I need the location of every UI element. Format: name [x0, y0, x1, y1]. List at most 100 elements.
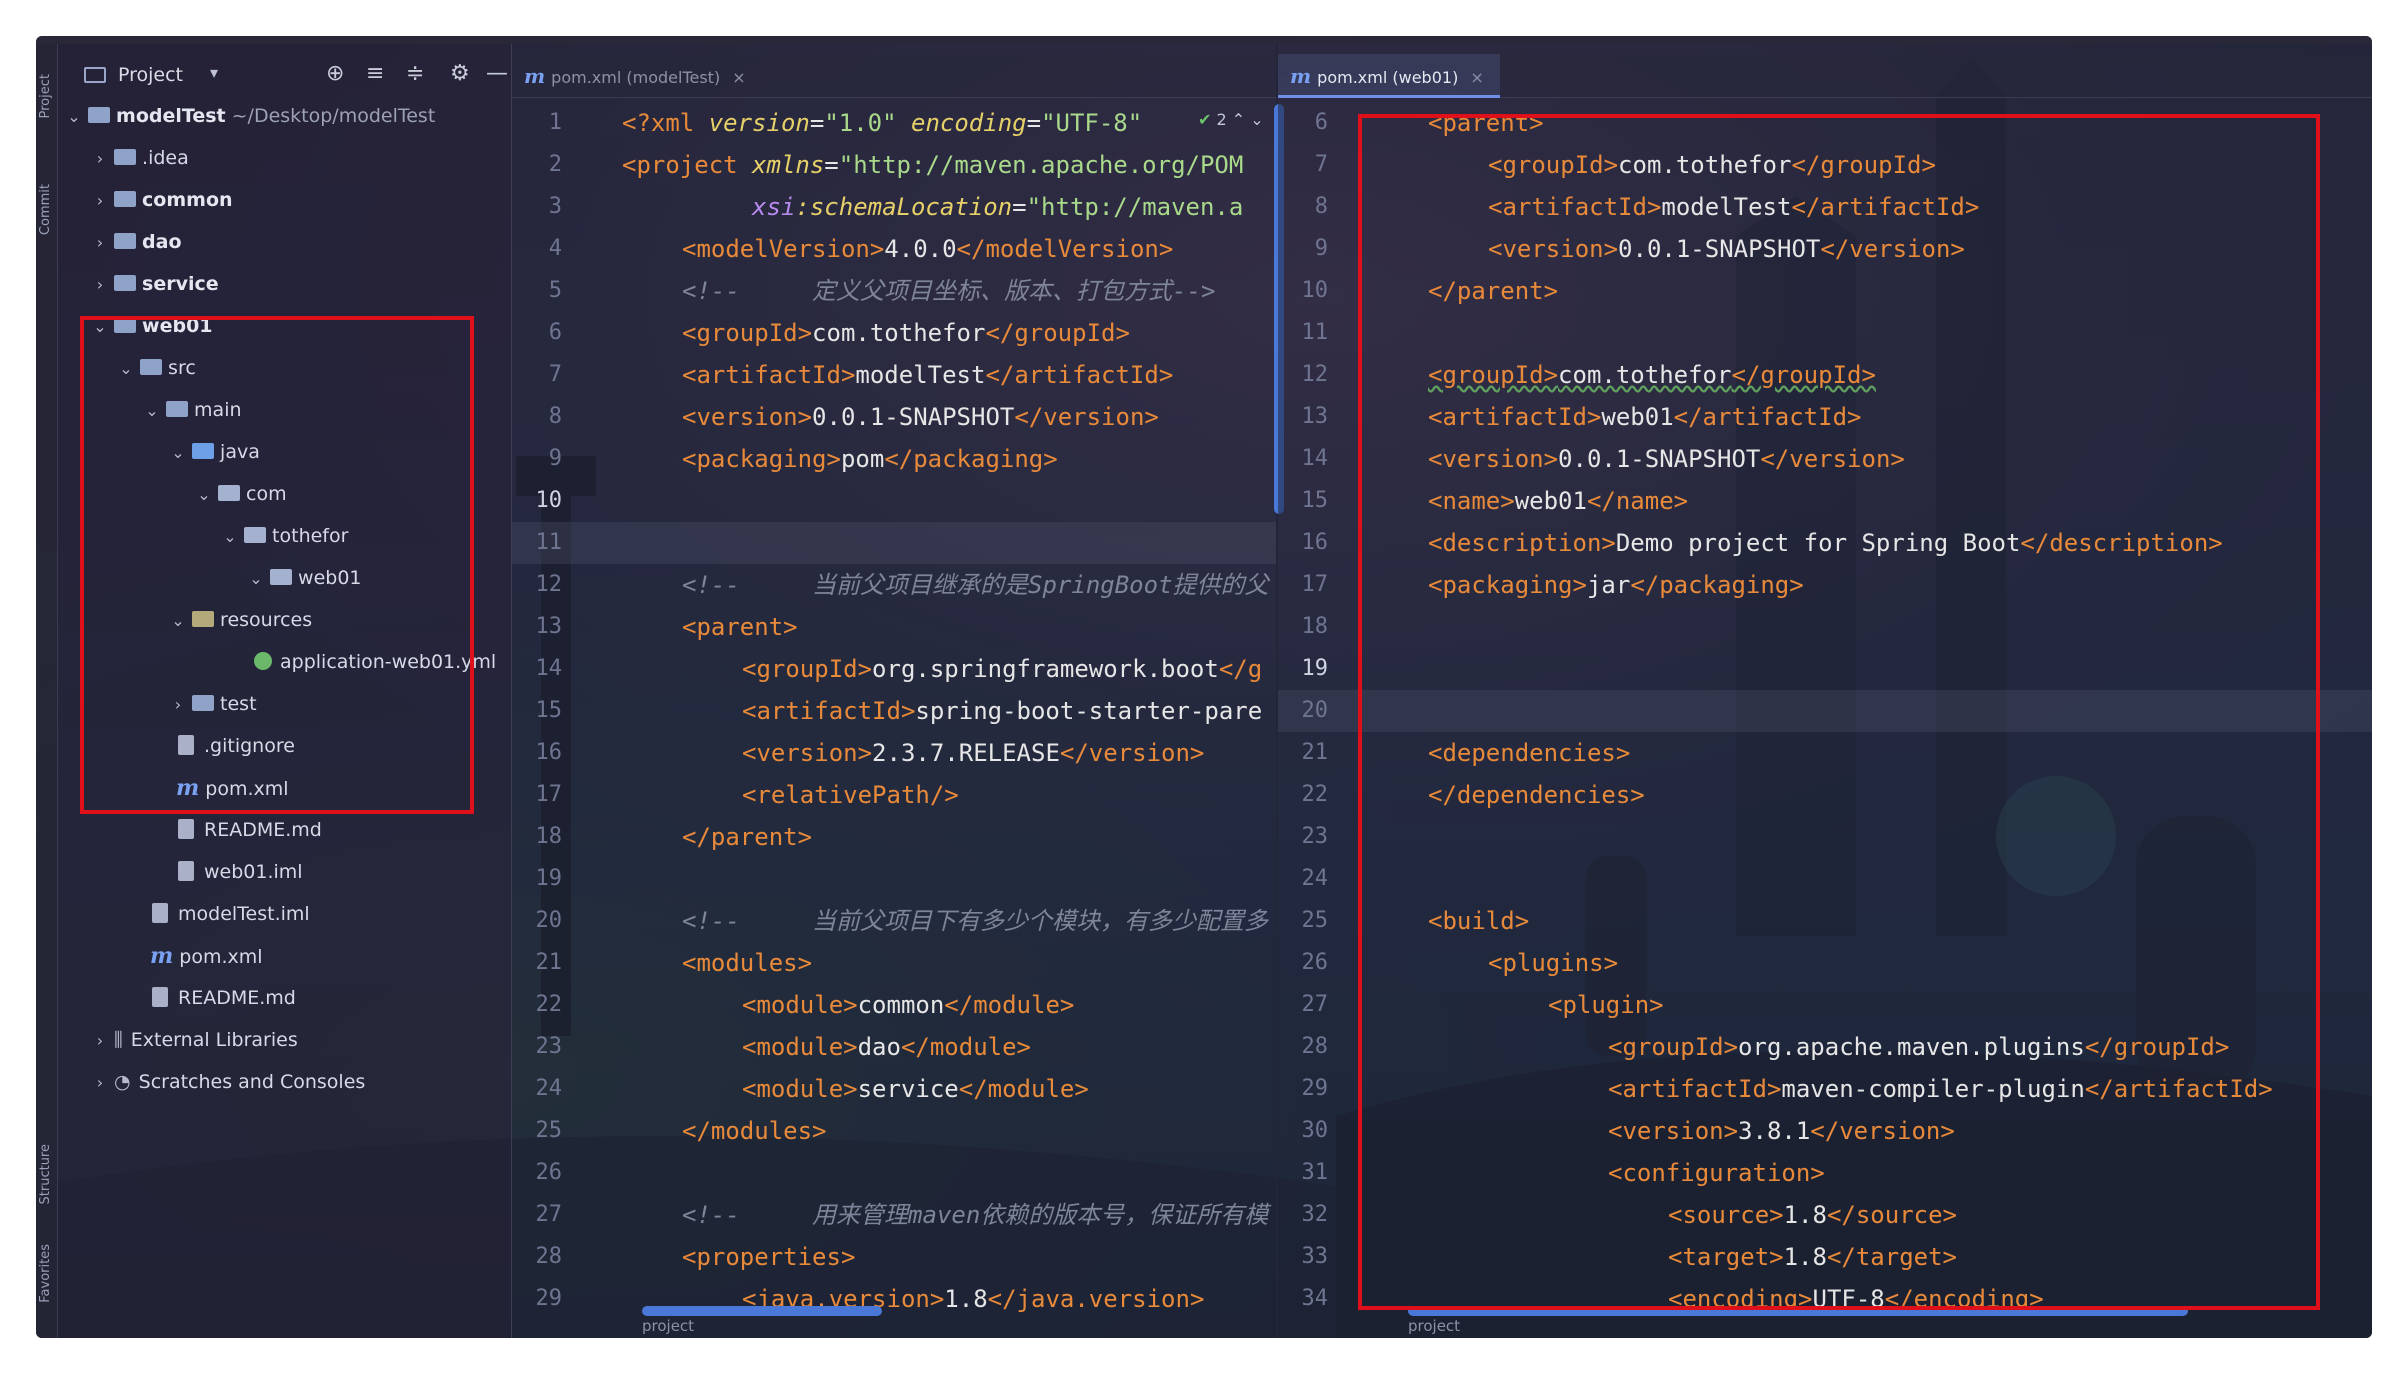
chevron-right-icon[interactable]: ›	[92, 1021, 108, 1061]
gear-icon[interactable]: ⚙	[450, 62, 470, 86]
editor-tab-bar: m pom.xml (web01) ×	[1278, 54, 2372, 98]
tree-item-main[interactable]: ⌄ main	[144, 390, 241, 431]
chevron-right-icon[interactable]: ›	[92, 265, 108, 305]
code-line: xsi:schemaLocation="http://maven.a	[622, 186, 1243, 228]
token-tag: </groupId>	[1791, 151, 1936, 179]
tree-item-gitignore[interactable]: .gitignore	[178, 726, 295, 766]
line-number: 33	[1301, 1244, 1329, 1269]
tree-item-web01-package[interactable]: ⌄ web01	[248, 558, 361, 599]
chevron-down-icon[interactable]: ⌄	[1250, 110, 1263, 129]
tree-item-com[interactable]: ⌄ com	[196, 474, 286, 515]
line-number: 15	[1301, 488, 1329, 513]
token-tag: </version>	[1760, 445, 1905, 473]
horizontal-scrollbar[interactable]	[1408, 1306, 2188, 1316]
chevron-down-icon[interactable]: ⌄	[222, 517, 238, 557]
tree-item-src[interactable]: ⌄ src	[118, 348, 196, 388]
locate-icon[interactable]: ⊕	[326, 62, 344, 86]
project-view-selector[interactable]: Project	[118, 64, 183, 86]
module-folder-icon	[114, 274, 137, 291]
chevron-down-icon[interactable]: ⌄	[170, 601, 186, 641]
token-tag: </groupId>	[2084, 1033, 2230, 1061]
token-tag: </groupId>	[985, 319, 1130, 347]
tree-item-service[interactable]: › service	[92, 264, 219, 304]
token-eq: =	[824, 151, 839, 179]
expand-all-icon[interactable]: ≡	[366, 62, 384, 86]
chevron-down-icon[interactable]: ⌄	[92, 307, 108, 347]
collapse-all-icon[interactable]: ≑	[406, 62, 424, 86]
tree-item-web01-pom[interactable]: m pom.xml	[176, 768, 289, 808]
code-line: <properties>	[682, 1243, 856, 1271]
tree-item-modeltest-iml[interactable]: modelTest.iml	[152, 894, 310, 934]
tab-pom-modeltest[interactable]: m pom.xml (modelTest) ×	[512, 54, 762, 98]
tree-item-application-yml[interactable]: application-web01.yml	[254, 642, 496, 682]
token-tag: <groupId>	[1608, 1033, 1739, 1061]
close-icon[interactable]: ×	[1470, 68, 1483, 87]
token-value: org.apache.maven.plugins	[1738, 1033, 2085, 1061]
inspection-widget[interactable]: ✔ 2 ⌃ ⌄	[1198, 110, 1264, 129]
minimize-icon[interactable]: —	[486, 62, 508, 86]
package-icon	[270, 568, 293, 585]
token-tag: <description>	[1428, 529, 1616, 557]
chevron-down-icon[interactable]: ⌄	[196, 475, 212, 515]
code-line: <parent>	[682, 613, 798, 641]
commit-tool-button[interactable]: Commit	[38, 184, 53, 235]
code-line: <module>dao</module>	[742, 1026, 1031, 1068]
line-number: 27	[535, 1202, 563, 1227]
code-line: <artifactId>modelTest</artifactId>	[1488, 186, 1979, 228]
chevron-down-icon[interactable]: ⌄	[118, 349, 134, 389]
token-tag: </modelVersion>	[956, 235, 1174, 263]
tree-item-web01-readme[interactable]: README.md	[178, 810, 322, 850]
tree-item-idea[interactable]: › .idea	[92, 138, 189, 178]
tree-item-root-pom[interactable]: m pom.xml	[150, 936, 263, 976]
token-value: org.springframework.boot	[872, 655, 1219, 683]
chevron-down-icon[interactable]: ⌄	[248, 559, 264, 599]
tree-item-scratches[interactable]: › ◔ Scratches and Consoles	[92, 1062, 365, 1102]
editor-pom-modeltest[interactable]: m pom.xml (modelTest) × 1 2 3 4 5 6 7 8 9 10 11 12 13 1…	[512, 44, 1284, 1338]
tree-item-root-readme[interactable]: README.md	[152, 978, 296, 1018]
line-number: 18	[1301, 614, 1329, 639]
chevron-down-icon[interactable]: ▾	[210, 63, 218, 82]
line-number: 2	[548, 152, 562, 177]
token-tag: <artifactId>	[1608, 1075, 1782, 1103]
tree-item-resources[interactable]: ⌄ resources	[170, 600, 312, 640]
chevron-right-icon[interactable]: ›	[92, 223, 108, 263]
token-tag: </name>	[1586, 487, 1689, 515]
structure-tool-button[interactable]: Structure	[38, 1144, 53, 1204]
favorites-tool-button[interactable]: Favorites	[38, 1244, 53, 1303]
tree-item-web01-iml[interactable]: web01.iml	[178, 852, 303, 892]
tree-item-external-libraries[interactable]: › ⫼ External Libraries	[92, 1020, 298, 1060]
tree-item-test[interactable]: › test	[170, 684, 257, 724]
tree-item-web01[interactable]: ⌄ web01	[92, 306, 212, 347]
chevron-right-icon[interactable]: ›	[92, 139, 108, 179]
line-number: 12	[535, 572, 563, 597]
folder-icon	[192, 694, 215, 711]
editor-pom-web01[interactable]: m pom.xml (web01) × 6 7 8 9 10 11 12 13 14 15 16 17 18…	[1278, 44, 2372, 1338]
chevron-right-icon[interactable]: ›	[92, 1063, 108, 1103]
tree-item-root[interactable]: ⌄ modelTest ~/Desktop/modelTest	[66, 96, 435, 136]
code-line: <groupId>com.tothefor</groupId>	[682, 312, 1130, 354]
tree-item-label: common	[142, 189, 233, 211]
code-line: <dependencies>	[1428, 739, 1631, 767]
token-tag: <source>	[1668, 1201, 1784, 1229]
close-icon[interactable]: ×	[732, 68, 745, 87]
chevron-right-icon[interactable]: ›	[170, 685, 186, 725]
chevron-down-icon[interactable]: ⌄	[144, 391, 160, 431]
tree-item-tothefor[interactable]: ⌄ tothefor	[222, 516, 348, 556]
chevron-up-icon[interactable]: ⌃	[1232, 110, 1245, 129]
chevron-down-icon[interactable]: ⌄	[66, 97, 82, 137]
code-comment: <!-- 定义父项目坐标、版本、打包方式-->	[682, 277, 1216, 305]
tree-item-java[interactable]: ⌄ java	[170, 432, 260, 472]
chevron-right-icon[interactable]: ›	[92, 181, 108, 221]
code-line: <source>1.8</source>	[1668, 1194, 1957, 1236]
chevron-down-icon[interactable]: ⌄	[170, 433, 186, 473]
tab-pom-web01[interactable]: m pom.xml (web01) ×	[1278, 54, 1500, 98]
line-number: 6	[1314, 110, 1328, 135]
tree-item-dao[interactable]: › dao	[92, 222, 182, 262]
module-folder-icon	[114, 190, 137, 207]
line-number: 26	[535, 1160, 563, 1185]
code-line: </dependencies>	[1428, 781, 1645, 809]
project-tool-button[interactable]: Project	[38, 74, 53, 118]
tree-item-common[interactable]: › common	[92, 180, 233, 220]
token-tag: <groupId>	[1428, 361, 1559, 389]
tab-label: pom.xml (web01)	[1317, 68, 1459, 87]
